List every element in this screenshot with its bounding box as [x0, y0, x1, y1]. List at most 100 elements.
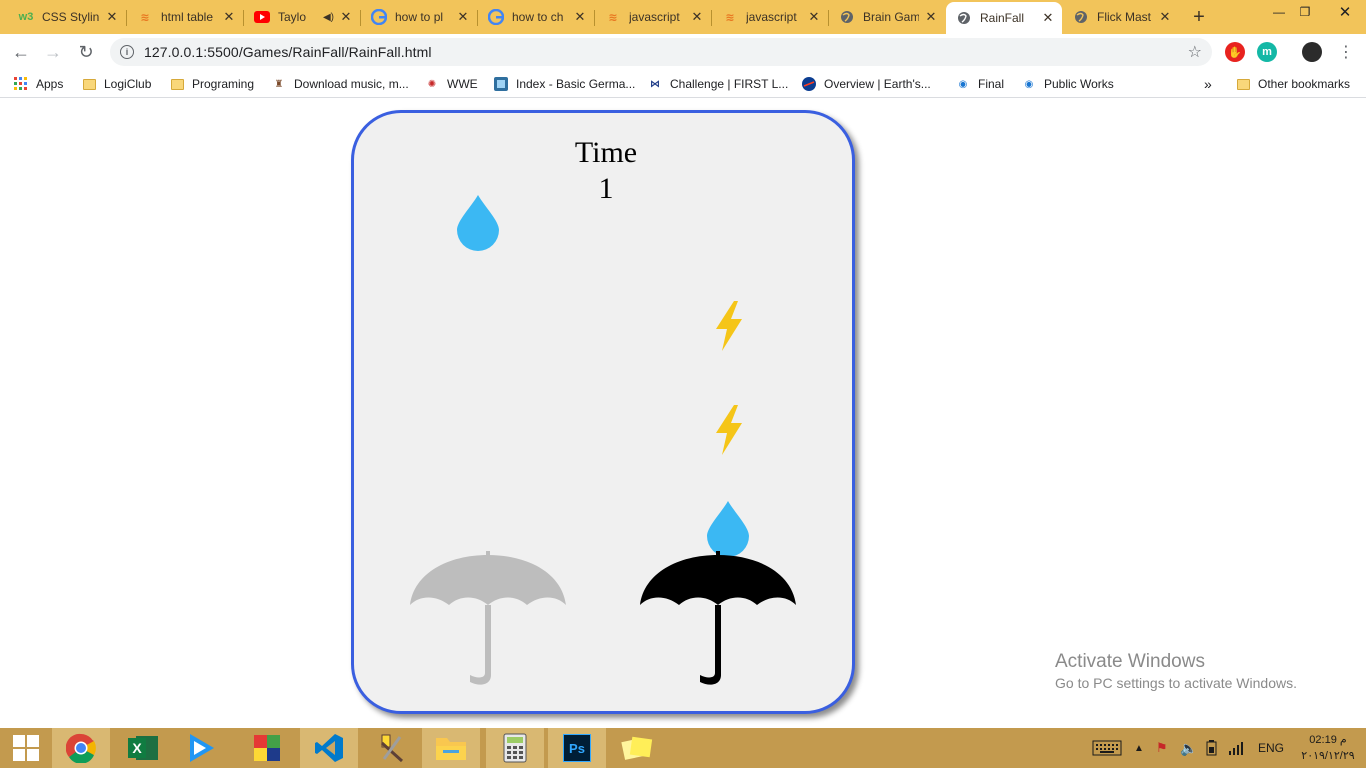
new-tab-button[interactable]: + — [1188, 6, 1210, 28]
tab-google-1[interactable]: how to pl ✕ — [361, 4, 477, 30]
bookmark-earth-overview[interactable]: Overview | Earth's... — [802, 75, 931, 93]
tab-rainfall[interactable]: RainFall ✕ — [946, 2, 1062, 34]
bookmark-apps[interactable]: Apps — [14, 75, 63, 93]
folder-icon — [1236, 77, 1250, 91]
reload-button[interactable]: ↻ — [74, 40, 98, 64]
windows-start-icon[interactable] — [0, 728, 52, 768]
bookmark-public-works[interactable]: ◉ Public Works — [1022, 75, 1114, 93]
calculator-icon[interactable] — [486, 728, 544, 768]
tab-html-table[interactable]: ≋ html table ✕ — [127, 4, 243, 30]
public-works-icon: ◉ — [1024, 78, 1034, 90]
bookmark-label: Download music, m... — [294, 77, 409, 91]
vscode-icon[interactable] — [300, 728, 358, 768]
bookmark-final[interactable]: ◉ Final — [956, 75, 1004, 93]
close-icon[interactable]: ✕ — [689, 9, 705, 25]
bookmark-download-music[interactable]: ♜ Download music, m... — [272, 75, 409, 93]
w3schools-icon: w3 — [18, 11, 34, 23]
umbrella-icon-inactive[interactable] — [408, 551, 568, 689]
bookmarks-bar: Apps LogiClub Programing ♜ Download musi… — [0, 70, 1366, 98]
security-flag-icon[interactable]: ⚑ — [1156, 728, 1168, 768]
address-bar[interactable]: i 127.0.0.1:5500/Games/RainFall/RainFall… — [110, 38, 1212, 66]
folder-icon — [170, 77, 184, 91]
back-button[interactable]: ← — [9, 40, 33, 64]
bookmark-basic-german[interactable]: Index - Basic Germa... — [494, 75, 635, 93]
tab-css-styling[interactable]: w3 CSS Stylin ✕ — [8, 4, 126, 30]
google-icon — [488, 9, 504, 25]
close-icon[interactable]: ✕ — [104, 9, 120, 25]
menu-kebab-icon[interactable]: ⋮ — [1334, 40, 1358, 64]
adblock-icon[interactable]: ✋ — [1225, 42, 1245, 62]
file-explorer-icon[interactable] — [422, 728, 480, 768]
bookmark-wwe[interactable]: ✺ WWE — [425, 75, 478, 93]
raindrop-icon — [457, 195, 499, 251]
windows-taskbar: X Ps ▲ ⚑ 🔈 ENG 02:19 م ٢٠١٩/١٢/٢٩ — [0, 728, 1366, 768]
bookmark-label: Public Works — [1044, 77, 1114, 91]
tab-title: how to ch — [512, 10, 564, 24]
tab-title: how to pl — [395, 10, 444, 24]
tab-youtube[interactable]: Taylo ◀︎) ✕ — [244, 4, 360, 30]
tab-brain-game[interactable]: Brain Gam ✕ — [829, 4, 945, 30]
bookmark-first-lego[interactable]: ⋈ Challenge | FIRST L... — [648, 75, 788, 93]
bookmark-label: Other bookmarks — [1258, 77, 1351, 91]
extension-avatar[interactable]: m — [1257, 42, 1277, 62]
bookmark-programing[interactable]: Programing — [170, 75, 254, 93]
close-icon[interactable]: ✕ — [455, 9, 471, 25]
volume-icon[interactable]: 🔈 — [1180, 728, 1197, 768]
clock-date: ٢٠١٩/١٢/٢٩ — [1301, 750, 1355, 762]
game-board[interactable]: Time 1 — [351, 110, 855, 714]
info-icon[interactable]: i — [120, 45, 134, 59]
close-icon[interactable]: ✕ — [1040, 10, 1056, 26]
umbrella-icon-player[interactable] — [638, 551, 798, 689]
keyboard-icon[interactable] — [1092, 728, 1122, 768]
browser-toolbar: ← → ↻ i 127.0.0.1:5500/Games/RainFall/Ra… — [0, 34, 1366, 70]
chrome-icon[interactable] — [52, 728, 110, 768]
tab-title: Brain Gam — [863, 10, 919, 24]
bookmarks-overflow-button[interactable]: » — [1204, 75, 1212, 93]
forward-button[interactable]: → — [41, 40, 65, 64]
globe-icon — [956, 10, 972, 26]
star-icon[interactable]: ☆ — [1188, 42, 1202, 62]
german-site-icon — [494, 77, 508, 91]
media-player-icon[interactable] — [172, 728, 230, 768]
tab-title: Taylo — [278, 10, 307, 24]
tab-flick-master[interactable]: Flick Mast ✕ — [1063, 4, 1179, 30]
taskbar-clock[interactable]: 02:19 م ٢٠١٩/١٢/٢٩ — [1296, 732, 1360, 764]
close-icon[interactable]: ✕ — [221, 9, 237, 25]
tab-google-2[interactable]: how to ch ✕ — [478, 4, 594, 30]
speaker-icon[interactable]: ◀︎) — [323, 12, 334, 23]
stackoverflow-icon: ≋ — [140, 11, 150, 24]
excel-icon[interactable]: X — [114, 728, 172, 768]
winrar-icon[interactable] — [238, 728, 296, 768]
language-indicator[interactable]: ENG — [1258, 728, 1284, 768]
tab-javascript-1[interactable]: ≋ javascript ✕ — [595, 4, 711, 30]
bookmark-logiclub[interactable]: LogiClub — [82, 75, 151, 93]
close-icon[interactable]: ✕ — [338, 9, 354, 25]
time-value: 1 — [598, 172, 614, 205]
svg-text:X: X — [132, 740, 142, 756]
battery-icon[interactable] — [1204, 728, 1220, 768]
url-text: 127.0.0.1:5500/Games/RainFall/RainFall.h… — [144, 44, 432, 60]
photoshop-icon[interactable]: Ps — [548, 728, 606, 768]
bookmark-label: Final — [978, 77, 1005, 91]
maximize-button[interactable]: ❐ — [1290, 0, 1320, 24]
profile-avatar[interactable] — [1302, 42, 1322, 62]
lightning-icon — [716, 405, 742, 455]
close-icon[interactable]: ✕ — [572, 9, 588, 25]
bookmark-label: LogiClub — [104, 77, 152, 91]
watermark-subtitle: Go to PC settings to activate Windows. — [1055, 675, 1297, 691]
bookmark-other-bookmarks[interactable]: Other bookmarks — [1236, 75, 1350, 93]
sticky-notes-icon[interactable] — [608, 728, 666, 768]
close-window-button[interactable]: ✕ — [1330, 0, 1360, 24]
close-icon[interactable]: ✕ — [1157, 9, 1173, 25]
close-icon[interactable]: ✕ — [806, 9, 822, 25]
bookmark-label: Apps — [36, 77, 64, 91]
close-icon[interactable]: ✕ — [923, 9, 939, 25]
tools-icon[interactable] — [362, 728, 420, 768]
signal-icon[interactable] — [1228, 728, 1244, 768]
tab-title: CSS Stylin — [42, 10, 100, 24]
folder-icon — [82, 77, 96, 91]
show-hidden-icons-chevron-icon[interactable]: ▲ — [1134, 728, 1144, 768]
tab-title: html table — [161, 10, 214, 24]
time-label: Time — [574, 136, 638, 169]
tab-javascript-2[interactable]: ≋ javascript ✕ — [712, 4, 828, 30]
